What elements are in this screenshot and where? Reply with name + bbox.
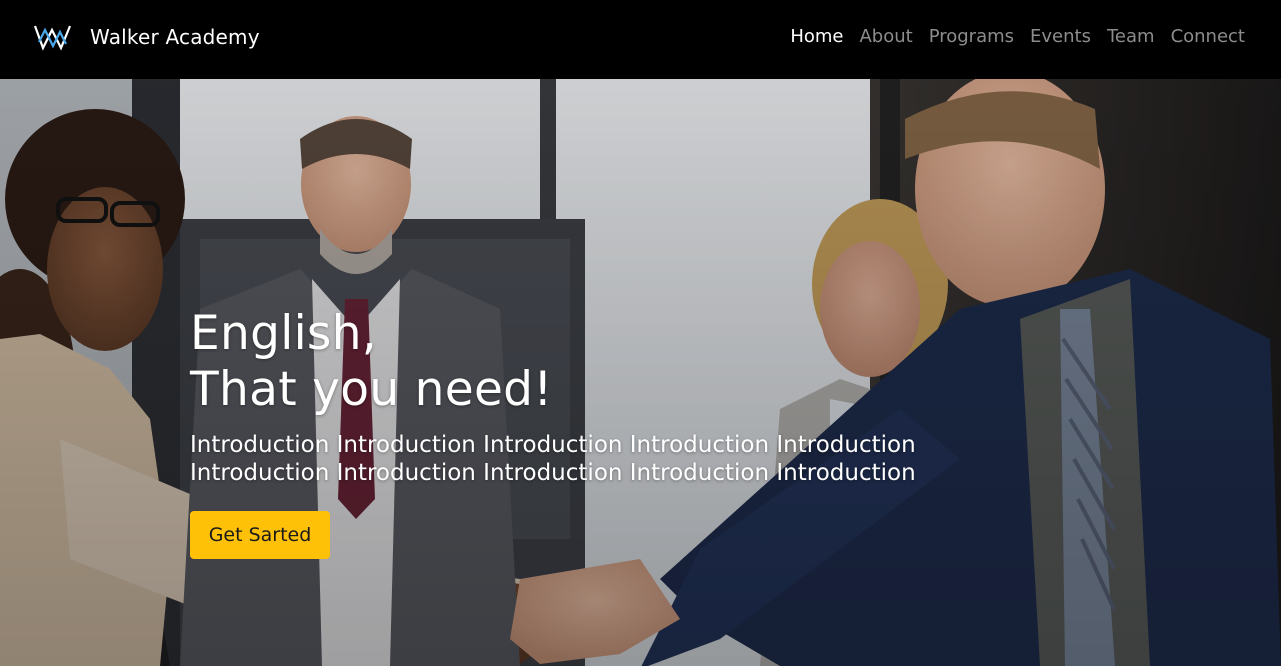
hero-title: English, That you need! [190, 306, 990, 418]
brand-name: Walker Academy [90, 25, 260, 49]
get-started-button[interactable]: Get Sarted [190, 511, 330, 559]
walker-logo-icon [33, 25, 72, 51]
nav-team-link[interactable]: Team [1107, 25, 1155, 49]
nav-about-link[interactable]: About [859, 25, 912, 49]
nav-events-link[interactable]: Events [1030, 25, 1091, 49]
page: Walker Academy Home About Programs Event… [0, 0, 1281, 666]
nav-connect-link[interactable]: Connect [1171, 25, 1245, 49]
brand[interactable]: Walker Academy [33, 20, 260, 54]
hero-introduction-text: Introduction Introduction Introduction I… [190, 432, 916, 486]
nav-programs-link[interactable]: Programs [929, 25, 1014, 49]
hero-section: English, That you need! Introduction Int… [0, 79, 1281, 666]
navbar: Walker Academy Home About Programs Event… [0, 0, 1281, 79]
hero-title-line1: English, [190, 306, 378, 361]
hero-title-line2: That you need! [190, 362, 553, 417]
hero-content: English, That you need! Introduction Int… [190, 306, 990, 559]
nav-menu: Home About Programs Events Team Connect [774, 25, 1245, 49]
nav-home-link[interactable]: Home [790, 25, 843, 49]
